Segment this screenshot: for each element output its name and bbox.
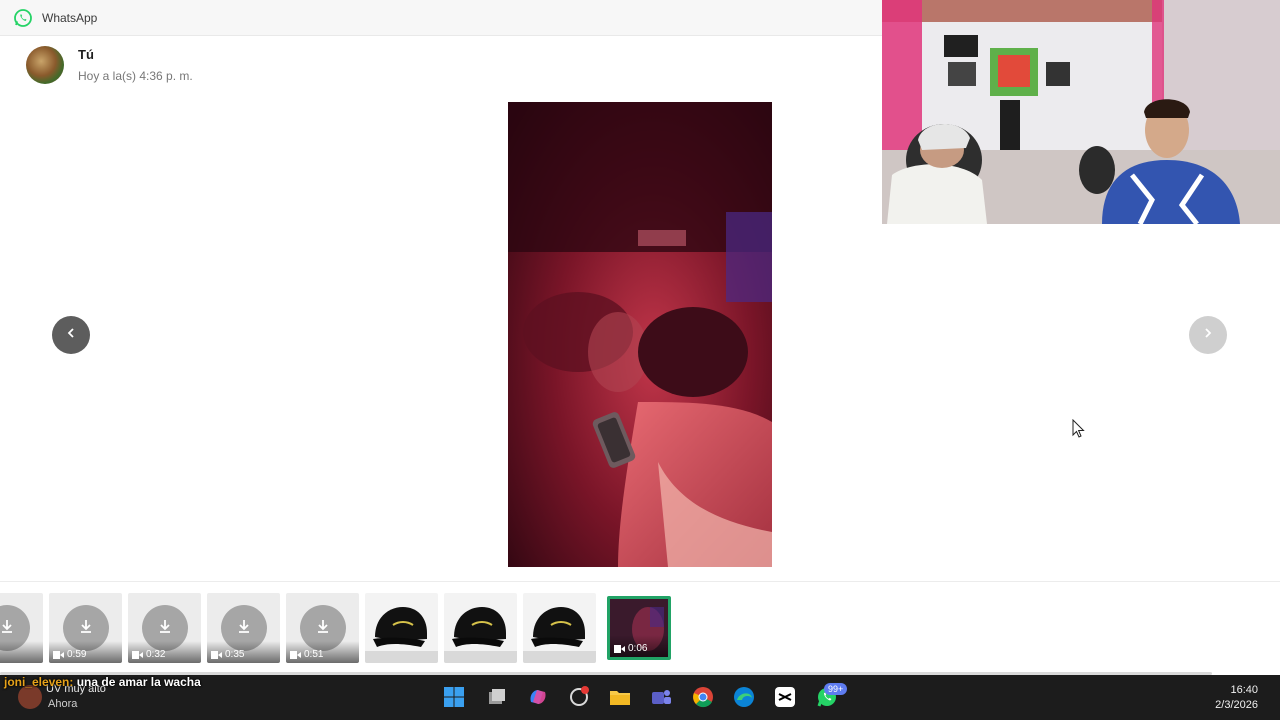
thumbnail-image-cap[interactable] [523,593,596,663]
message-header: Tú Hoy a la(s) 4:36 p. m. [26,46,193,84]
download-icon [315,618,331,639]
app-title: WhatsApp [42,10,98,25]
video-camera-icon [290,650,301,659]
video-camera-icon [132,650,143,659]
chat-username: joni_eleven: [4,675,74,689]
video-duration: 0:51 [304,649,324,660]
avatar[interactable] [26,46,64,84]
video-duration: 0:59 [67,649,87,660]
copilot-icon[interactable] [525,684,551,710]
download-icon [78,618,94,639]
clock-date: 2/3/2026 [1215,699,1258,711]
sender-name: Tú [78,47,94,62]
chat-text: una de amar la wacha [76,675,201,689]
thumbnail-video[interactable]: 0:32 [128,593,201,663]
thumbnail-image-cap[interactable] [444,593,517,663]
windows-start-icon[interactable] [441,684,467,710]
capcut-icon[interactable] [772,684,798,710]
mouse-cursor-icon [1072,418,1086,444]
chevron-right-icon [1202,326,1214,344]
system-clock[interactable]: 16:40 2/3/2026 [1215,683,1258,713]
next-button[interactable] [1189,316,1227,354]
edge-icon[interactable] [731,684,757,710]
download-icon [157,618,173,639]
video-duration: 0:35 [225,649,245,660]
thumbnail-image-cap[interactable] [365,593,438,663]
clock-time: 16:40 [1230,684,1258,696]
download-icon [236,618,252,639]
thumbnail-video[interactable]: 0:51 [286,593,359,663]
chrome-icon[interactable] [690,684,716,710]
webcam-overlay [882,0,1280,224]
thumbnail-video[interactable]: 0:35 [207,593,280,663]
thumbnail-video[interactable]: 53 [0,593,43,663]
chevron-left-icon [65,326,77,344]
video-duration: 0:06 [628,643,648,654]
video-camera-icon [614,644,625,653]
notification-time: Ahora [48,698,78,710]
video-duration: 0:32 [146,649,166,660]
whatsapp-icon [14,8,32,27]
teams-icon[interactable] [648,684,674,710]
thumbnail-video-selected[interactable]: 0:06 [607,596,671,660]
file-explorer-icon[interactable] [607,684,633,710]
snipping-tool-icon[interactable] [566,684,592,710]
screen: { "window": { "title": "WhatsApp" }, "me… [0,0,1280,720]
video-camera-icon [211,650,222,659]
message-timestamp: Hoy a la(s) 4:36 p. m. [78,69,193,83]
stream-chat-message: joni_eleven: una de amar la wacha [4,675,201,689]
video-camera-icon [53,650,64,659]
whatsapp-unread-badge: 99+ [824,683,848,695]
media-viewer-video[interactable] [508,102,772,567]
thumbnail-video[interactable]: 0:59 [49,593,122,663]
task-view-icon[interactable] [484,684,510,710]
download-icon [0,618,15,639]
media-thumbnail-strip: 53 0:59 0:32 0:35 [0,581,1280,675]
previous-button[interactable] [52,316,90,354]
